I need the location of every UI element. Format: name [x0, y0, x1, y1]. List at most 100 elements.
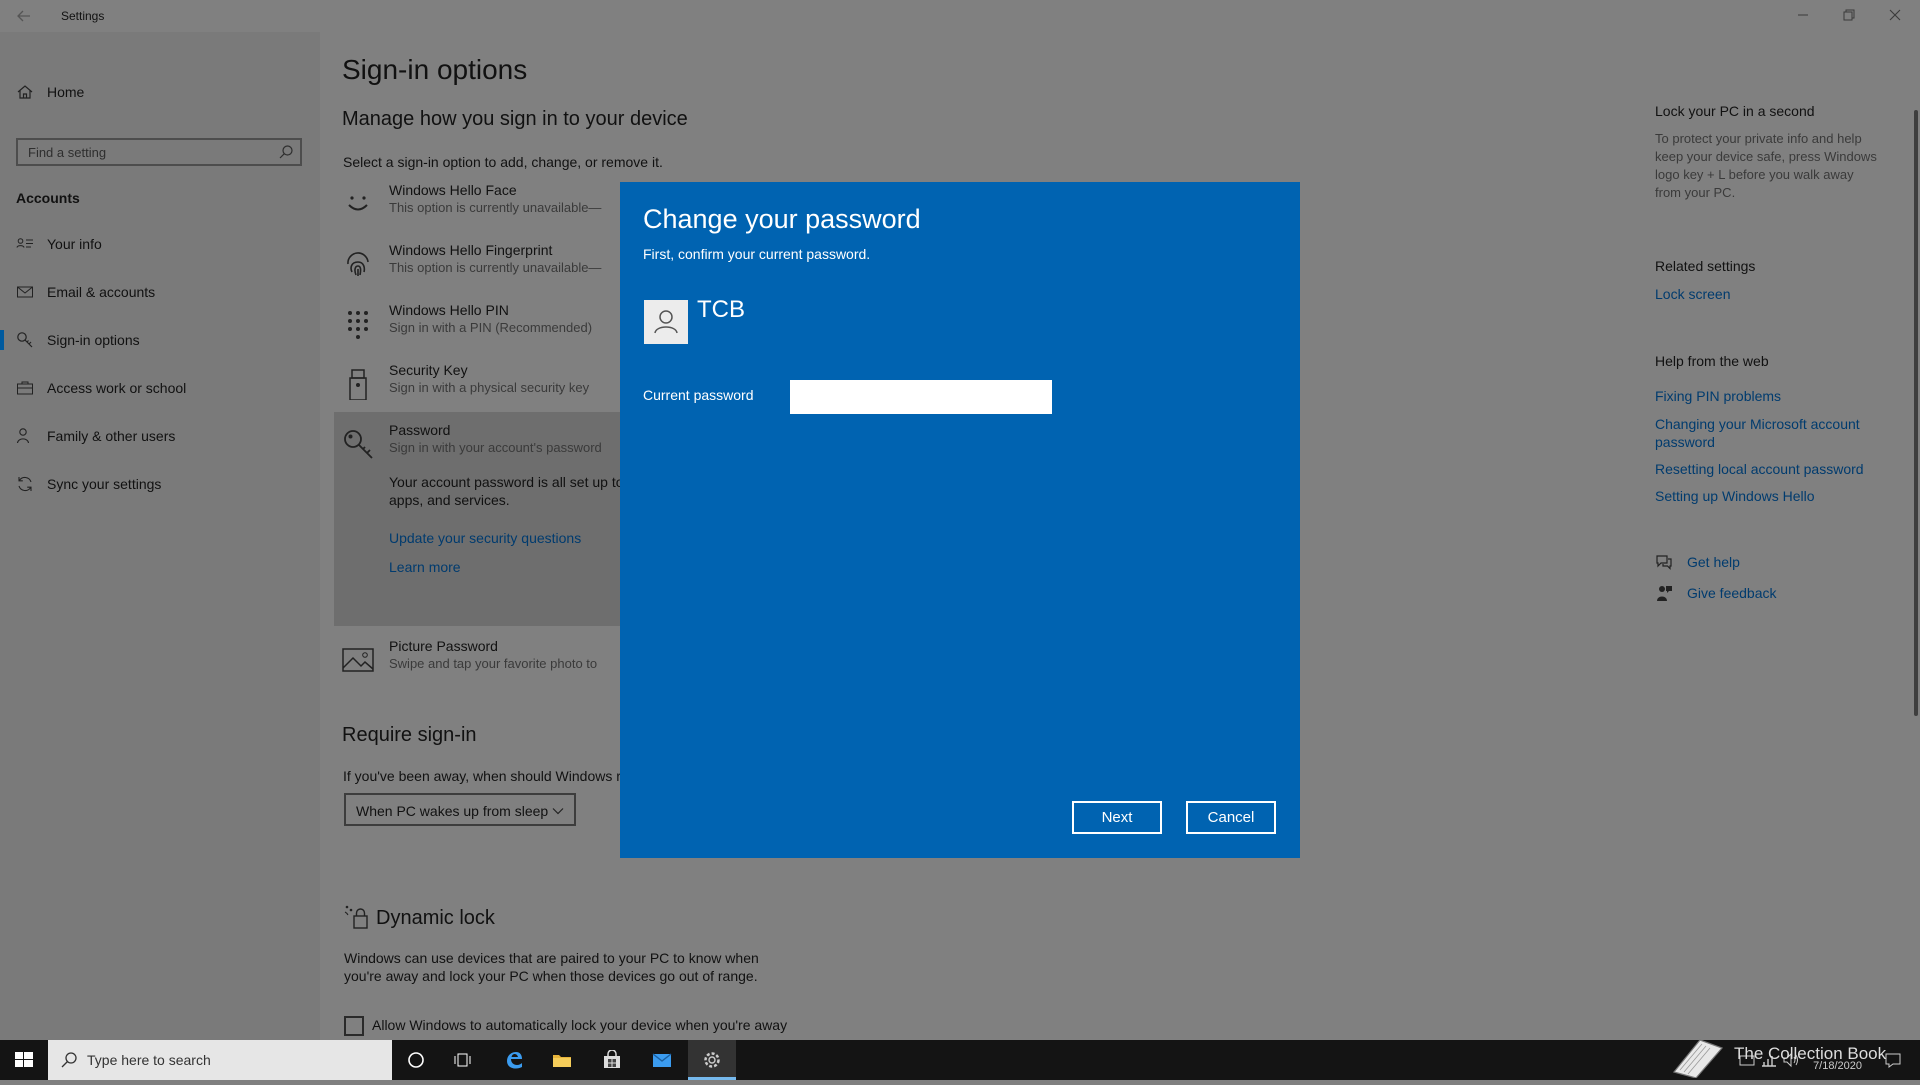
update-security-questions-link[interactable]: Update your security questions [389, 530, 581, 546]
reset-local-password-link[interactable]: Resetting local account password [1655, 461, 1864, 477]
cortana-icon[interactable] [392, 1040, 440, 1080]
lock-tip-text: keep your device safe, press Windows [1655, 149, 1877, 164]
password-detail-text: Your account password is all set up to [389, 474, 624, 490]
require-signin-text: If you've been away, when should Windows… [343, 768, 621, 784]
mail-icon [16, 283, 34, 301]
option-subtitle: Sign in with a PIN (Recommended) [389, 320, 593, 335]
user-icon [654, 310, 678, 334]
option-subtitle: Swipe and tap your favorite photo to [389, 656, 598, 671]
taskbar-search-placeholder: Type here to search [87, 1052, 211, 1068]
sidebar-item-label: Family & other users [47, 428, 176, 444]
watermark: The Collection Book [1670, 1028, 1920, 1080]
option-picture-password[interactable]: Picture Password Swipe and tap your favo… [342, 638, 662, 698]
sidebar-item-sign-in-options[interactable]: Sign-in options [0, 320, 320, 360]
person-card-icon [16, 235, 34, 253]
dynamic-lock-heading: Dynamic lock [376, 907, 495, 929]
sidebar-item-your-info[interactable]: Your info [0, 224, 320, 264]
option-title: Password [389, 422, 451, 438]
settings-app-icon[interactable] [688, 1040, 736, 1080]
key-icon [342, 428, 374, 460]
avatar [644, 300, 688, 344]
sidebar-item-home[interactable]: Home [0, 72, 320, 112]
find-setting-input[interactable]: Find a setting [16, 138, 302, 166]
require-signin-heading: Require sign-in [342, 724, 477, 746]
section-heading: Manage how you sign in to your device [342, 108, 688, 130]
restore-icon[interactable] [1826, 4, 1872, 28]
watermark-text: The Collection Book [1734, 1044, 1887, 1063]
change-ms-password-link[interactable]: Changing your Microsoft account [1655, 416, 1860, 432]
sidebar-item-label: Sign-in options [47, 332, 140, 348]
next-button[interactable]: Next [1072, 801, 1162, 834]
search-placeholder: Find a setting [28, 145, 107, 160]
close-icon[interactable] [1872, 4, 1918, 28]
task-view-icon[interactable] [440, 1040, 488, 1080]
file-explorer-icon[interactable] [538, 1040, 586, 1080]
cancel-button[interactable]: Cancel [1186, 801, 1276, 834]
dialog-subtitle: First, confirm your current password. [643, 246, 871, 262]
lock-tip-text: To protect your private info and help [1655, 131, 1862, 146]
option-hello-face[interactable]: Windows Hello Face This option is curren… [342, 182, 662, 242]
taskbar-search-box[interactable]: Type here to search [48, 1040, 392, 1080]
option-subtitle: This option is currently unavailable— [389, 200, 602, 215]
sidebar-item-access-work[interactable]: Access work or school [0, 368, 320, 408]
windows-logo-icon [15, 1052, 33, 1067]
briefcase-icon [16, 379, 34, 397]
option-hello-fingerprint[interactable]: Windows Hello Fingerprint This option is… [342, 242, 662, 302]
lock-tip-title: Lock your PC in a second [1655, 103, 1815, 119]
option-title: Windows Hello Face [389, 182, 517, 198]
sync-icon [16, 475, 34, 493]
store-icon[interactable] [588, 1040, 636, 1080]
vertical-scrollbar[interactable] [1914, 110, 1918, 716]
search-icon [60, 1051, 78, 1069]
change-ms-password-link[interactable]: password [1655, 434, 1715, 450]
sidebar-item-sync-settings[interactable]: Sync your settings [0, 464, 320, 504]
require-signin-dropdown[interactable]: When PC wakes up from sleep [344, 793, 576, 826]
lock-screen-link[interactable]: Lock screen [1655, 286, 1730, 302]
dynamic-lock-checkbox[interactable] [344, 1016, 364, 1036]
chevron-down-icon [552, 804, 564, 816]
home-icon [16, 83, 34, 101]
page-title: Sign-in options [342, 54, 528, 85]
give-feedback-link[interactable]: Give feedback [1687, 585, 1777, 601]
active-indicator [0, 330, 4, 350]
setup-hello-link[interactable]: Setting up Windows Hello [1655, 488, 1815, 504]
chat-help-icon [1655, 553, 1673, 571]
mail-app-icon[interactable] [638, 1040, 686, 1080]
fixing-pin-link[interactable]: Fixing PIN problems [1655, 388, 1781, 404]
get-help-link[interactable]: Get help [1687, 554, 1740, 570]
back-arrow-icon[interactable] [14, 6, 34, 26]
start-button[interactable] [0, 1040, 48, 1080]
sidebar-item-family-users[interactable]: Family & other users [0, 416, 320, 456]
option-subtitle: Sign in with your account's password [389, 440, 602, 455]
taskbar: Type here to search 7/18/2020 [0, 1040, 1920, 1080]
picture-icon [342, 644, 374, 676]
related-settings-title: Related settings [1655, 258, 1756, 274]
user-name: TCB [697, 296, 745, 323]
sidebar: Home Find a setting Accounts Your info E… [0, 32, 320, 1040]
sidebar-item-label: Access work or school [47, 380, 187, 396]
option-title: Picture Password [389, 638, 498, 654]
section-title-accounts: Accounts [16, 190, 80, 206]
window-title: Settings [61, 9, 105, 23]
lock-tip-text: from your PC. [1655, 185, 1736, 200]
learn-more-link[interactable]: Learn more [389, 559, 461, 575]
dynamic-lock-text: Windows can use devices that are paired … [344, 950, 759, 966]
dynamic-lock-icon [344, 904, 370, 930]
option-hello-pin[interactable]: Windows Hello PIN Sign in with a PIN (Re… [342, 302, 662, 362]
minimize-icon[interactable] [1780, 4, 1826, 28]
dropdown-value: When PC wakes up from sleep [356, 803, 549, 819]
password-detail-text: apps, and services. [389, 492, 510, 508]
people-icon [16, 427, 34, 445]
lock-tip-text: logo key + L before you walk away [1655, 167, 1854, 182]
change-password-dialog: Change your password First, confirm your… [620, 182, 1300, 858]
sidebar-item-email-accounts[interactable]: Email & accounts [0, 272, 320, 312]
option-password[interactable]: Password Sign in with your account's pas… [342, 422, 662, 482]
help-web-title: Help from the web [1655, 353, 1769, 369]
fingerprint-icon [342, 248, 374, 280]
edge-browser-icon[interactable] [490, 1040, 538, 1080]
dynamic-lock-checkbox-label[interactable]: Allow Windows to automatically lock your… [372, 1017, 787, 1033]
option-title: Windows Hello Fingerprint [389, 242, 553, 258]
current-password-input[interactable] [790, 380, 1052, 414]
option-subtitle: Sign in with a physical security key [389, 380, 590, 395]
dialog-title: Change your password [643, 204, 921, 234]
